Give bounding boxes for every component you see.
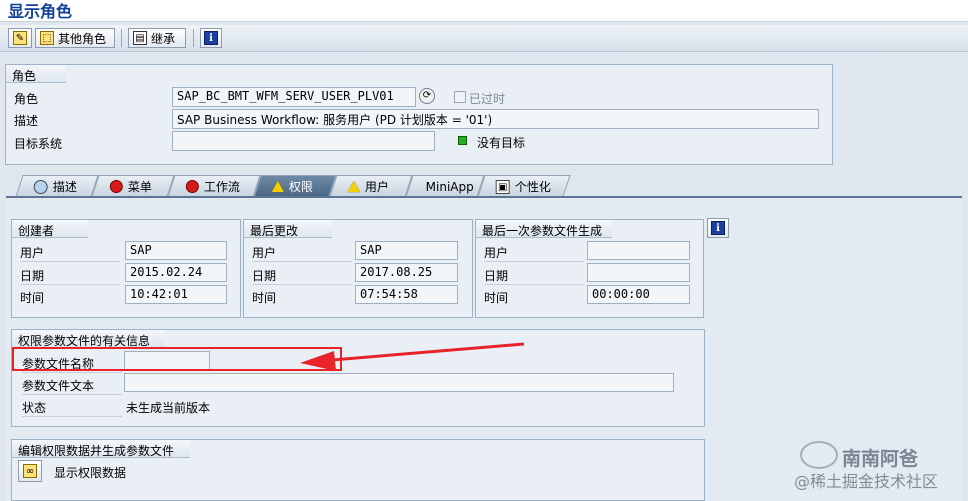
profile-info-group-title: 权限参数文件的有关信息 (12, 330, 164, 348)
red-status-icon (185, 180, 199, 193)
pencil-glasses-icon: ✎ (13, 31, 27, 45)
yellow-warning-icon (271, 181, 284, 192)
magnifier-icon (33, 179, 48, 194)
info-button[interactable]: i (200, 28, 222, 48)
created-time-label: 时间 (20, 291, 45, 305)
generated-user-label: 用户 (484, 244, 584, 262)
tab-workflow[interactable]: 工作流 (167, 175, 261, 197)
toolbar-separator (121, 29, 122, 47)
other-role-label: 其他角色 (58, 31, 107, 46)
last-changed-group: 最后更改 用户 SAP 日期 2017.08.25 时间 07:54:58 (243, 219, 473, 318)
tab-authorizations[interactable]: 权限 (253, 175, 337, 197)
expired-label: 已过时 (469, 92, 506, 106)
generated-date-field[interactable] (587, 263, 690, 282)
info-icon: i (204, 31, 218, 45)
tab-users[interactable]: 用户 (329, 175, 413, 197)
application-toolbar: ✎ ⬚ 其他角色 ▤ 继承 i (0, 25, 968, 52)
role-group: 角色 角色 SAP_BC_BMT_WFM_SERV_USER_PLV01 ⟳ 已… (5, 64, 833, 165)
generated-time-field[interactable]: 00:00:00 (587, 285, 690, 304)
chat-bubble-icon (800, 441, 838, 469)
last-changed-group-title: 最后更改 (244, 220, 332, 238)
changed-user-label: 用户 (252, 244, 352, 262)
created-date-field[interactable]: 2015.02.24 (125, 263, 227, 282)
glasses-icon: ∞ (23, 464, 37, 478)
generated-user-field[interactable] (587, 241, 690, 260)
info-button-2[interactable]: i (707, 218, 729, 238)
profile-text-field[interactable] (124, 373, 674, 392)
title-bar: 显示角色 (0, 0, 968, 22)
tab-miniapp[interactable]: MiniApp (405, 175, 485, 197)
last-generation-group-title: 最后一次参数文件生成 (476, 220, 612, 238)
tab-description[interactable]: 描述 (15, 175, 99, 197)
personalization-icon: ▣ (495, 179, 510, 194)
profile-status-label: 状态 (22, 399, 122, 417)
tab-personalization[interactable]: ▣ 个性化 (477, 175, 571, 197)
description-label: 描述 (14, 114, 39, 128)
profile-text-label: 参数文件文本 (22, 377, 122, 395)
tab-menu[interactable]: 菜单 (91, 175, 175, 197)
role-name-field[interactable]: SAP_BC_BMT_WFM_SERV_USER_PLV01 (172, 87, 416, 107)
created-group-title: 创建者 (12, 220, 88, 238)
status-green-icon (458, 136, 467, 145)
edit-authorization-group: 编辑权限数据并生成参数文件 ∞ 显示权限数据 (11, 439, 705, 501)
profile-status-value: 未生成当前版本 (126, 401, 211, 415)
watermark-name: 南南阿爸 (842, 448, 919, 470)
other-object-icon: ⬚ (40, 31, 54, 45)
last-generation-group: 最后一次参数文件生成 用户 日期 时间 00:00:00 (475, 219, 704, 318)
target-system-label: 目标系统 (14, 137, 63, 151)
changed-time-label: 时间 (252, 291, 277, 305)
changed-user-field[interactable]: SAP (355, 241, 458, 260)
created-date-label: 日期 (20, 267, 120, 285)
red-status-icon (109, 180, 123, 193)
inherit-label: 继承 (151, 31, 176, 46)
expired-checkbox[interactable] (454, 91, 466, 103)
inherit-icon: ▤ (133, 31, 147, 45)
yellow-warning-icon (347, 181, 360, 192)
show-authorization-data-button[interactable]: ∞ (18, 460, 42, 482)
role-label: 角色 (14, 92, 39, 106)
role-group-title: 角色 (6, 65, 66, 83)
created-user-field[interactable]: SAP (125, 241, 227, 260)
created-group: 创建者 用户 SAP 日期 2015.02.24 时间 10:42:01 (11, 219, 241, 318)
info-icon: i (711, 221, 725, 235)
created-time-field[interactable]: 10:42:01 (125, 285, 227, 304)
target-status-text: 没有目标 (477, 136, 526, 150)
changed-date-label: 日期 (252, 267, 352, 285)
toolbar-separator (193, 29, 194, 47)
target-system-field[interactable] (172, 131, 435, 151)
created-user-label: 用户 (20, 244, 120, 262)
generated-date-label: 日期 (484, 267, 584, 285)
edit-authorization-group-title: 编辑权限数据并生成参数文件 (12, 440, 190, 458)
watermark-community: @稀土掘金技术社区 (794, 472, 939, 491)
annotation-arrow (300, 342, 525, 371)
inherit-button[interactable]: ▤ 继承 (128, 28, 186, 48)
display-change-button[interactable]: ✎ (8, 28, 32, 48)
generated-time-label: 时间 (484, 291, 509, 305)
other-role-button[interactable]: ⬚ 其他角色 (35, 28, 115, 48)
changed-date-field[interactable]: 2017.08.25 (355, 263, 458, 282)
search-help-icon[interactable]: ⟳ (419, 88, 435, 104)
page-title: 显示角色 (8, 2, 73, 21)
description-field[interactable]: SAP Business Workflow: 服务用户 (PD 计划版本 = '… (172, 109, 819, 129)
show-authorization-data-label: 显示权限数据 (54, 466, 127, 480)
changed-time-field[interactable]: 07:54:58 (355, 285, 458, 304)
